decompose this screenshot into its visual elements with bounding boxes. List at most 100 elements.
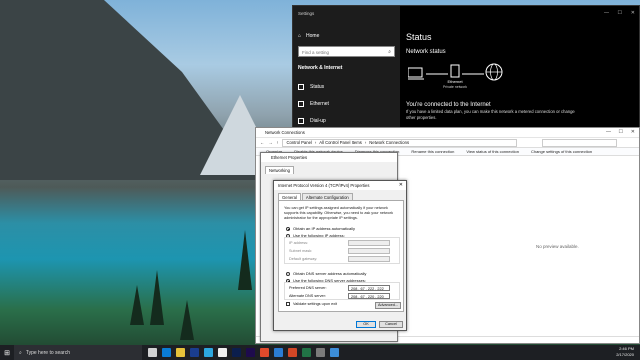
section-title: Network & Internet xyxy=(298,65,343,71)
field-label: Subnet mask: xyxy=(289,249,313,253)
field-label: Alternate DNS server: xyxy=(289,294,326,298)
maximize-button[interactable]: ☐ xyxy=(619,129,623,135)
close-button[interactable]: ✕ xyxy=(631,10,635,16)
minimize-button[interactable]: — xyxy=(606,129,611,135)
home-label: Home xyxy=(306,33,320,39)
up-arrow-icon[interactable]: ↑ xyxy=(276,140,278,145)
photoshop-icon[interactable] xyxy=(232,348,241,357)
ethernet-icon xyxy=(298,101,304,107)
home-nav-item[interactable]: ⌂ Home xyxy=(298,33,319,39)
steam-icon[interactable] xyxy=(190,348,199,357)
store-icon[interactable] xyxy=(204,348,213,357)
window-titlebar: Network Connections — ☐ ✕ xyxy=(256,128,639,137)
premiere-icon[interactable] xyxy=(246,348,255,357)
sidebar-item-ethernet[interactable]: Ethernet xyxy=(298,101,329,107)
dialog-titlebar: Internet Protocol Version 4 (TCP/IPv4) P… xyxy=(274,181,406,190)
search-icon: ⌕ xyxy=(388,49,391,55)
pine-tree xyxy=(180,300,194,340)
sidebar-item-label: Ethernet xyxy=(310,101,329,107)
breadcrumb-item[interactable]: Network Connections xyxy=(369,140,409,145)
system-tray-clock[interactable]: 2:46 PM 2/17/2020 xyxy=(616,346,634,358)
address-bar-row: ← → ↑ Control Panel › All Control Panel I… xyxy=(256,137,639,147)
ip-address-row: IP address: xyxy=(289,240,397,246)
obtain-ip-auto-radio[interactable]: Obtain an IP address automatically xyxy=(286,226,355,231)
alternate-dns-input[interactable]: 208 . 67 . 220 . 220 xyxy=(348,293,390,299)
windows-start-button[interactable]: ⊞ xyxy=(0,345,14,360)
taskbar: ⊞ ⌕ Type here to search 2:46 PM 2/17/202… xyxy=(0,345,640,360)
pine-tree xyxy=(130,285,144,325)
dialog-title: Ethernet Properties xyxy=(261,153,397,162)
word-icon[interactable] xyxy=(274,348,283,357)
globe-icon xyxy=(298,84,304,90)
ip-address-input[interactable] xyxy=(348,240,390,246)
default-gateway-input[interactable] xyxy=(348,256,390,262)
excel-icon[interactable] xyxy=(302,348,311,357)
maximize-button[interactable]: ☐ xyxy=(618,10,622,16)
ok-button[interactable]: OK xyxy=(356,321,376,328)
back-arrow-icon[interactable]: ← xyxy=(260,140,264,145)
subnet-mask-input[interactable] xyxy=(348,248,390,254)
preferred-dns-input[interactable]: 208 . 67 . 222 . 222 xyxy=(348,285,390,291)
ethernet-label: Ethernet xyxy=(447,79,463,84)
search-placeholder: Find a setting xyxy=(302,50,330,55)
search-input[interactable] xyxy=(542,139,617,147)
close-button[interactable]: ✕ xyxy=(631,129,635,135)
tab-networking[interactable]: Networking xyxy=(265,166,294,174)
general-panel: You can get IP settings assigned automat… xyxy=(278,200,404,312)
toolbar-change-settings[interactable]: Change settings of this connection xyxy=(525,149,598,154)
phone-icon xyxy=(298,118,304,124)
sidebar-item-label: Status xyxy=(310,84,325,90)
network-status-heading: Network status xyxy=(406,49,446,55)
edge-icon[interactable] xyxy=(162,348,171,357)
network-diagram xyxy=(408,63,503,81)
computer-icon xyxy=(408,67,423,78)
checkbox-label: Validate settings upon exit xyxy=(293,302,338,306)
settings-main: — ☐ ✕ Status Network status Ethernet Pri… xyxy=(400,6,639,132)
default-gateway-row: Default gateway: xyxy=(289,256,397,262)
subnet-mask-row: Subnet mask: xyxy=(289,248,397,254)
settings-window: Settings ⌂ Home Find a setting ⌕ Network… xyxy=(292,5,640,134)
preview-pane-text: No preview available. xyxy=(536,244,579,249)
toolbar-view-status[interactable]: View status of this connection xyxy=(460,149,525,154)
preferred-dns-row: Preferred DNS server: 208 . 67 . 222 . 22… xyxy=(289,285,397,291)
radio-label: Obtain an IP address automatically xyxy=(293,226,355,231)
network-app-icon[interactable] xyxy=(330,348,339,357)
search-placeholder: Type here to search xyxy=(25,349,71,356)
chevron-right-icon: › xyxy=(364,140,367,145)
minimize-button[interactable]: — xyxy=(604,10,609,16)
sidebar-item-dialup[interactable]: Dial-up xyxy=(298,118,326,124)
home-icon: ⌂ xyxy=(298,33,302,39)
cancel-button[interactable]: Cancel xyxy=(379,321,403,328)
validate-settings-checkbox[interactable]: Validate settings upon exit xyxy=(286,302,337,306)
network-type-label: Private network xyxy=(442,85,468,89)
settings-search-input[interactable]: Find a setting ⌕ xyxy=(298,46,395,57)
pine-tree xyxy=(150,270,164,325)
ethernet-port-icon xyxy=(450,64,460,78)
advanced-button[interactable]: Advanced... xyxy=(375,302,401,309)
file-explorer-icon[interactable] xyxy=(176,348,185,357)
settings-app-icon[interactable] xyxy=(316,348,325,357)
toolbar-rename[interactable]: Rename this connection xyxy=(405,149,460,154)
app-icon[interactable] xyxy=(260,348,269,357)
obtain-dns-auto-radio[interactable]: Obtain DNS server address automatically xyxy=(286,271,366,276)
page-title: Status xyxy=(406,32,432,42)
close-button[interactable]: ✕ xyxy=(399,182,403,188)
window-title: Settings xyxy=(298,11,315,16)
intro-text: You can get IP settings assigned automat… xyxy=(284,206,394,220)
clock-date: 2/17/2020 xyxy=(616,352,634,357)
taskbar-search-input[interactable]: ⌕ Type here to search xyxy=(14,345,142,360)
breadcrumb-item[interactable]: All Control Panel Items xyxy=(319,140,362,145)
notepad-icon[interactable] xyxy=(218,348,227,357)
sidebar-item-status[interactable]: Status xyxy=(298,84,324,90)
connection-status-text: You're connected to the Internet xyxy=(406,102,491,108)
task-view-icon[interactable] xyxy=(148,348,157,357)
settings-sidebar: Settings ⌂ Home Find a setting ⌕ Network… xyxy=(293,6,400,134)
powerpoint-icon[interactable] xyxy=(288,348,297,357)
dialog-title: Internet Protocol Version 4 (TCP/IPv4) P… xyxy=(278,183,370,188)
chevron-right-icon: › xyxy=(314,140,317,145)
breadcrumb-item[interactable]: Control Panel xyxy=(286,140,311,145)
forward-arrow-icon[interactable]: → xyxy=(268,140,272,145)
sidebar-item-label: Dial-up xyxy=(310,118,326,124)
pine-tree xyxy=(238,230,252,290)
breadcrumb[interactable]: Control Panel › All Control Panel Items › … xyxy=(282,138,518,147)
